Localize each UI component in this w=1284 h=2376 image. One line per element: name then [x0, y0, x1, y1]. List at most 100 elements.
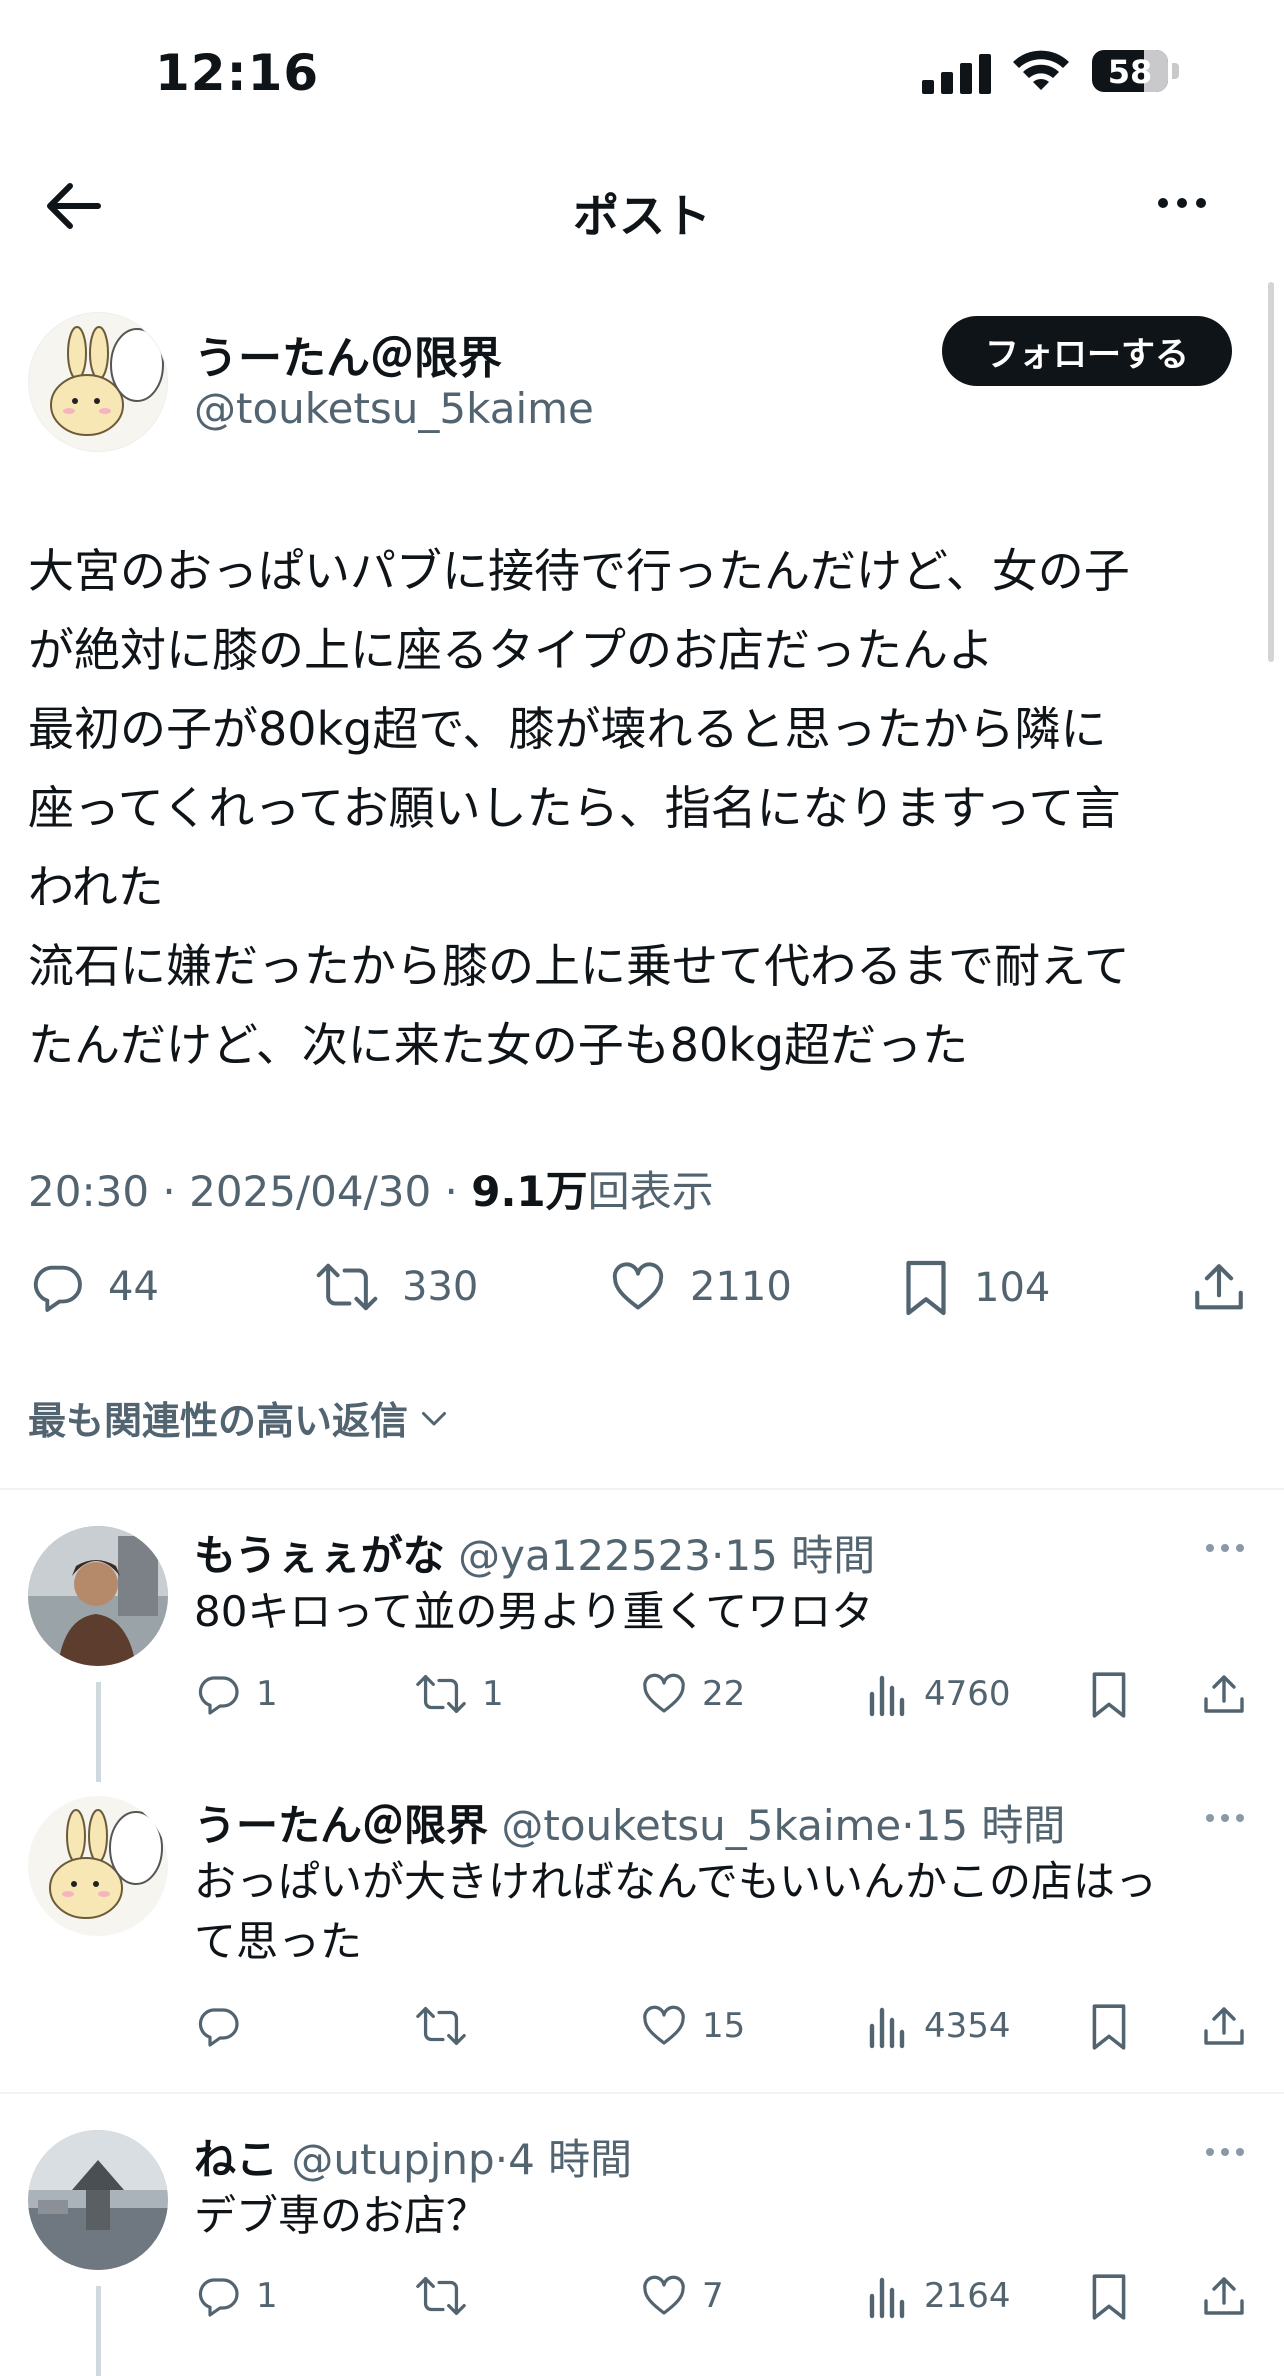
cellular-signal-icon — [922, 52, 991, 94]
reply-count: 1 — [256, 1674, 278, 1714]
like-icon[interactable] — [640, 1670, 688, 1718]
chevron-down-icon — [422, 1411, 447, 1425]
views-action[interactable]: 4760 — [866, 1670, 1011, 1718]
reply-author-name[interactable]: うーたん＠限界 — [194, 1801, 488, 1850]
reply-author-name[interactable]: ねこ — [194, 2135, 278, 2184]
reply-text: おっぱいが大きければなんでもいいんかこの店はっ て思った — [194, 1852, 1254, 1972]
like-action[interactable]: 7 — [640, 2272, 724, 2320]
post-text-line: たんだけど、次に来た女の子も80kg超だった — [28, 1018, 969, 1072]
avatar[interactable] — [28, 1796, 168, 1936]
views-action[interactable]: 4354 — [866, 2002, 1011, 2050]
bookmark-action[interactable]: 104 — [900, 1258, 1050, 1318]
bookmark-icon[interactable] — [1088, 1670, 1130, 1720]
reply-icon[interactable] — [194, 2272, 242, 2320]
views-count: 2164 — [924, 2276, 1011, 2316]
scrollbar[interactable] — [1268, 282, 1274, 662]
more-icon[interactable] — [1206, 1544, 1244, 1552]
reply-author-handle[interactable]: @utupjnp — [291, 2135, 494, 2184]
post-text-line: 最初の子が80kg超で、膝が壊れると思ったから隣に — [28, 702, 1107, 756]
views-icon[interactable] — [866, 1670, 910, 1718]
repost-count: 1 — [482, 1674, 504, 1714]
divider — [0, 1488, 1284, 1490]
reply-icon[interactable] — [194, 2002, 242, 2050]
like-count: 7 — [702, 2276, 724, 2316]
reply-header: もうぇぇがな @ya122523·15 時間 — [194, 1531, 876, 1580]
like-action[interactable]: 2110 — [608, 1258, 792, 1316]
views-action[interactable]: 2164 — [866, 2272, 1011, 2320]
wifi-icon — [1010, 46, 1072, 92]
bookmark-icon[interactable] — [1088, 2002, 1130, 2052]
more-icon[interactable] — [1206, 1814, 1244, 1822]
repost-action[interactable] — [414, 2272, 482, 2320]
avatar[interactable] — [28, 2130, 168, 2270]
like-count: 2110 — [690, 1264, 792, 1310]
repost-icon[interactable] — [414, 2272, 468, 2320]
battery-icon: 58 — [1092, 50, 1168, 92]
reply-text-line: デブ専のお店？ — [194, 2191, 489, 2240]
reply-action[interactable]: 1 — [194, 2272, 278, 2320]
reply-icon[interactable] — [194, 1670, 242, 1718]
reply-text-line: おっぱいが大きければなんでもいいんかこの店はっ — [194, 1857, 1158, 1906]
views-count[interactable]: 9.1万 — [471, 1167, 587, 1216]
share-icon[interactable] — [1200, 2272, 1248, 2322]
like-icon[interactable] — [640, 2002, 688, 2050]
reply-text-line: 80キロって並の男より重くてワロタ — [194, 1587, 874, 1636]
repost-count: 330 — [402, 1264, 479, 1310]
reply-icon[interactable] — [28, 1258, 86, 1316]
views-count: 4354 — [924, 2006, 1011, 2046]
repost-icon[interactable] — [314, 1258, 380, 1316]
reply-text: 80キロって並の男より重くてワロタ — [194, 1582, 1254, 1642]
like-action[interactable]: 15 — [640, 2002, 745, 2050]
reply-time: 15 時間 — [914, 1801, 1066, 1850]
post-text-line: われた — [28, 860, 164, 914]
post-text-line: 座ってくれってお願いしたら、指名になりますって言 — [28, 781, 1121, 835]
post-meta: 20:30 · 2025/04/30 · 9.1万回表示 — [28, 1167, 714, 1216]
thread-line — [96, 1682, 101, 1782]
views-icon[interactable] — [866, 2272, 910, 2320]
avatar[interactable] — [28, 312, 168, 452]
post-text: 大宮のおっぱいパブに接待で行ったんだけど、女の子 が絶対に膝の上に座るタイプのお… — [28, 532, 1264, 1085]
share-icon[interactable] — [1200, 2002, 1248, 2052]
views-icon[interactable] — [866, 2002, 910, 2050]
reply-text: デブ専のお店？ — [194, 2186, 1254, 2246]
repost-action[interactable]: 330 — [314, 1258, 478, 1316]
more-icon[interactable] — [1158, 198, 1206, 208]
reply-time: 15 時間 — [724, 1531, 876, 1580]
reply-action[interactable]: 1 — [194, 1670, 278, 1718]
reply-author-handle[interactable]: @ya122523 — [458, 1531, 711, 1580]
divider — [0, 2092, 1284, 2094]
like-icon[interactable] — [640, 2272, 688, 2320]
share-icon[interactable] — [1190, 1258, 1248, 1318]
status-time: 12:16 — [155, 44, 320, 102]
views-count: 4760 — [924, 1674, 1011, 1714]
share-icon[interactable] — [1200, 1670, 1248, 1720]
repost-icon[interactable] — [414, 2002, 468, 2050]
reply-time: 4 時間 — [508, 2135, 633, 2184]
reply-author-name[interactable]: もうぇぇがな — [194, 1531, 445, 1580]
bookmark-icon[interactable] — [900, 1258, 952, 1318]
avatar[interactable] — [28, 1526, 168, 1666]
like-count: 15 — [702, 2006, 746, 2046]
like-action[interactable]: 22 — [640, 1670, 745, 1718]
battery-tip — [1172, 63, 1179, 79]
post-text-line: が絶対に膝の上に座るタイプのお店だったんよ — [28, 623, 994, 677]
repost-action[interactable]: 1 — [414, 1670, 504, 1718]
like-count: 22 — [702, 1674, 746, 1714]
sort-label: 最も関連性の高い返信 — [28, 1399, 409, 1443]
author-handle[interactable]: @touketsu_5kaime — [194, 384, 594, 433]
repost-icon[interactable] — [414, 1670, 468, 1718]
post-date: 2025/04/30 — [189, 1167, 432, 1216]
post-text-line: 大宮のおっぱいパブに接待で行ったんだけど、女の子 — [28, 544, 1130, 598]
reply-action[interactable]: 44 — [28, 1258, 159, 1316]
reply-action[interactable] — [194, 2002, 256, 2050]
like-icon[interactable] — [608, 1258, 668, 1316]
views-label: 回表示 — [587, 1167, 714, 1216]
reply-author-handle[interactable]: @touketsu_5kaime — [501, 1801, 901, 1850]
author-name[interactable]: うーたん＠限界 — [194, 322, 502, 386]
repost-action[interactable] — [414, 2002, 482, 2050]
reply-sort-dropdown[interactable]: 最も関連性の高い返信 — [28, 1390, 452, 1445]
bookmark-icon[interactable] — [1088, 2272, 1130, 2322]
more-icon[interactable] — [1206, 2148, 1244, 2156]
page-title: ポスト — [573, 189, 711, 243]
follow-button[interactable]: フォローする — [942, 316, 1232, 386]
